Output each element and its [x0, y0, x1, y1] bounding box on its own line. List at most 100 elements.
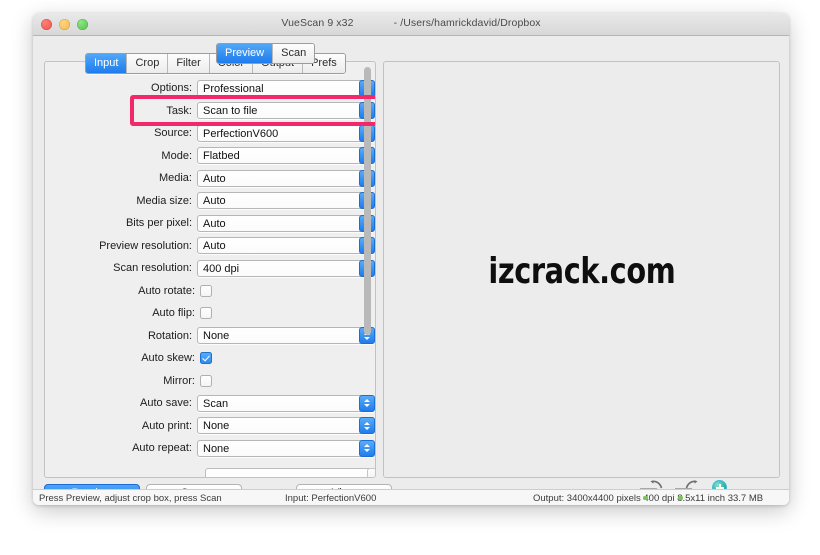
form-row-media-size: Media size: Auto	[45, 190, 375, 213]
tab-input[interactable]: Input	[86, 54, 128, 73]
select-value-media-size: Auto	[203, 195, 226, 208]
select-rotation[interactable]: None	[197, 327, 375, 345]
form-row-preview-resolution: Preview resolution: Auto	[45, 235, 375, 258]
label-mirror: Mirror:	[163, 374, 195, 387]
window-title-path: - /Users/hamrickdavid/Dropbox	[393, 17, 541, 29]
control-wrap-scan-resolution: 400 dpi	[197, 259, 375, 277]
control-wrap-mirror	[200, 374, 212, 387]
window-title-app: VueScan 9 x32	[281, 17, 354, 29]
control-wrap-rotation: None	[197, 327, 375, 345]
form-row-scan-resolution: Scan resolution: 400 dpi	[45, 257, 375, 280]
preview-tab-preview[interactable]: Preview	[217, 44, 274, 63]
label-auto-rotate: Auto rotate:	[138, 284, 195, 297]
select-value-bits-per-pixel: Auto	[203, 217, 226, 230]
select-value-rotation: None	[203, 330, 230, 343]
select-options[interactable]: Professional	[197, 79, 375, 97]
form-row-auto-print: Auto print: None	[45, 415, 375, 438]
select-task[interactable]: Scan to file	[197, 102, 375, 120]
label-task: Task:	[166, 104, 192, 117]
select-value-auto-save: Scan	[203, 397, 229, 410]
select-value-auto-print: None	[203, 420, 230, 433]
select-value-task: Scan to file	[203, 105, 258, 118]
control-wrap-auto-print: None	[197, 417, 375, 435]
select-media-size[interactable]: Auto	[197, 192, 375, 210]
label-auto-skew: Auto skew:	[141, 352, 195, 365]
preview-panel: izcrack.com	[383, 61, 780, 478]
preview-canvas[interactable]: izcrack.com	[384, 77, 779, 477]
status-hint: Press Preview, adjust crop box, press Sc…	[39, 493, 222, 504]
checkbox-mirror[interactable]	[200, 374, 212, 387]
status-input-info: Input: PerfectionV600	[285, 493, 377, 504]
label-bits-per-pixel: Bits per pixel:	[125, 217, 192, 230]
label-auto-save: Auto save:	[140, 397, 192, 410]
select-scan-resolution[interactable]: 400 dpi	[197, 259, 375, 277]
control-wrap-media-size: Auto	[197, 192, 375, 210]
window-title: VueScan 9 x32 - /Users/hamrickdavid/Drop…	[33, 17, 789, 29]
status-bar: Press Preview, adjust crop box, press Sc…	[33, 489, 789, 505]
select-mode[interactable]: Flatbed	[197, 147, 375, 165]
form-row-auto-save: Auto save: Scan	[45, 392, 375, 415]
preview-tab-bar[interactable]: Preview Scan	[216, 43, 316, 64]
control-wrap-preview-resolution: Auto	[197, 237, 375, 255]
control-wrap-auto-rotate	[200, 284, 212, 297]
window-body: Options: Professional Task: Scan to file Sou…	[33, 36, 789, 505]
tab-filter[interactable]: Filter	[168, 54, 210, 73]
control-wrap-auto-repeat: None	[197, 439, 375, 457]
control-wrap-task: Scan to file	[197, 102, 375, 120]
control-wrap-auto-skew	[200, 352, 212, 365]
select-bits-per-pixel[interactable]: Auto	[197, 214, 375, 232]
window-titlebar[interactable]: VueScan 9 x32 - /Users/hamrickdavid/Drop…	[33, 13, 789, 36]
vuescan-window: VueScan 9 x32 - /Users/hamrickdavid/Drop…	[33, 13, 789, 505]
control-wrap-options: Professional	[197, 79, 375, 97]
control-wrap-auto-save: Scan	[197, 394, 375, 412]
form-row-media: Media: Auto	[45, 167, 375, 190]
label-auto-flip: Auto flip:	[152, 307, 195, 320]
scrollbar-thumb[interactable]	[364, 67, 371, 335]
form-row-auto-skew: Auto skew:	[45, 347, 375, 370]
watermark-text: izcrack.com	[487, 250, 675, 292]
select-auto-save[interactable]: Scan	[197, 394, 375, 412]
select-auto-repeat[interactable]: None	[197, 439, 375, 457]
checkbox-auto-skew[interactable]	[200, 352, 212, 365]
label-options: Options:	[151, 82, 192, 95]
control-wrap-mode: Flatbed	[197, 147, 375, 165]
label-media-size: Media size:	[136, 194, 192, 207]
select-value-options: Professional	[203, 82, 264, 95]
form-row-mode: Mode: Flatbed	[45, 145, 375, 168]
clipped-partial-row[interactable]	[205, 468, 375, 477]
label-media: Media:	[158, 172, 192, 185]
select-value-source: PerfectionV600	[203, 127, 279, 140]
settings-scrollbar[interactable]	[364, 64, 371, 475]
control-wrap-media: Auto	[197, 169, 375, 187]
checkbox-auto-rotate[interactable]	[200, 284, 212, 297]
label-mode: Mode:	[161, 149, 192, 162]
select-value-preview-resolution: Auto	[203, 240, 226, 253]
input-settings-panel: Options: Professional Task: Scan to file Sou…	[44, 61, 376, 478]
form-row-source: Source: PerfectionV600	[45, 122, 375, 145]
select-source[interactable]: PerfectionV600	[197, 124, 375, 142]
select-value-scan-resolution: 400 dpi	[203, 262, 240, 275]
form-row-auto-flip: Auto flip:	[45, 302, 375, 325]
label-auto-repeat: Auto repeat:	[132, 442, 192, 455]
control-wrap-auto-flip	[200, 307, 212, 320]
preview-tab-scan[interactable]: Scan	[273, 44, 315, 63]
form-row-mirror: Mirror:	[45, 370, 375, 393]
select-media[interactable]: Auto	[197, 169, 375, 187]
select-preview-resolution[interactable]: Auto	[197, 237, 375, 255]
label-preview-resolution: Preview resolution:	[99, 239, 192, 252]
label-scan-resolution: Scan resolution:	[113, 262, 192, 275]
select-value-mode: Flatbed	[203, 150, 240, 163]
form-row-options: Options: Professional	[45, 77, 375, 100]
select-value-media: Auto	[203, 172, 226, 185]
form-row-auto-rotate: Auto rotate:	[45, 280, 375, 303]
checkbox-auto-flip[interactable]	[200, 307, 212, 320]
label-auto-print: Auto print:	[141, 419, 192, 432]
clipped-row-stepper-icon[interactable]	[367, 468, 375, 477]
form-row-bits-per-pixel: Bits per pixel: Auto	[45, 212, 375, 235]
status-output-info: Output: 3400x4400 pixels 400 dpi 8.5x11 …	[533, 493, 764, 504]
form-row-task: Task: Scan to file	[45, 100, 375, 123]
screenshot-root: VueScan 9 x32 - /Users/hamrickdavid/Drop…	[0, 0, 820, 555]
tab-crop[interactable]: Crop	[127, 54, 169, 73]
select-auto-print[interactable]: None	[197, 417, 375, 435]
control-wrap-bits-per-pixel: Auto	[197, 214, 375, 232]
